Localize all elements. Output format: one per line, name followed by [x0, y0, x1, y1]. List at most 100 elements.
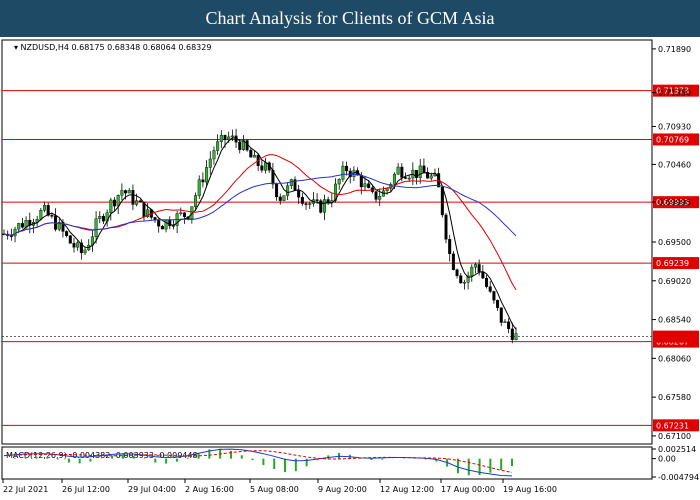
candle-body	[116, 195, 120, 207]
candle-body	[212, 150, 216, 160]
candle-body	[514, 333, 518, 340]
price-panel-frame	[1, 39, 653, 445]
x-tick-label: 17 Aug 00:00	[441, 485, 495, 494]
candle-body	[510, 328, 514, 340]
price-y-tick-label: 0.67580	[658, 393, 691, 402]
x-tick-label: 22 Jul 2021	[3, 485, 48, 494]
candle-body	[72, 243, 76, 248]
level-tag-label: 0.67231	[656, 421, 689, 430]
candle-body	[76, 242, 80, 248]
candle-body	[477, 264, 481, 273]
candle-body	[135, 200, 139, 205]
candle-body	[138, 200, 142, 203]
candle-body	[275, 183, 279, 198]
candle-body	[83, 249, 87, 254]
candle-body	[230, 135, 234, 138]
candle-body	[120, 190, 124, 196]
candle-body	[194, 195, 198, 207]
candle-body	[481, 271, 485, 279]
candle-body	[459, 275, 463, 284]
candle-body	[455, 269, 459, 276]
candle-body	[54, 215, 58, 230]
candle-body	[98, 216, 102, 219]
candle-body	[400, 166, 404, 178]
price-y-tick-label: 0.67100	[658, 432, 691, 441]
candle-body	[227, 136, 231, 141]
candle-body	[503, 321, 507, 323]
candle-body	[109, 199, 113, 213]
chart-canvas: GCMASIA宏汇GLOBAL CAPITAL MARKETS ▾ NZDUSD…	[1, 39, 699, 494]
candle-body	[396, 166, 400, 175]
candle-body	[448, 239, 452, 255]
candle-body	[113, 199, 117, 207]
candle-body	[507, 321, 511, 330]
candle-body	[308, 203, 312, 205]
x-tick-label: 26 Jul 12:00	[62, 485, 110, 494]
candle-body	[289, 179, 293, 186]
candle-body	[378, 196, 382, 200]
candle-body	[341, 165, 345, 180]
price-y-tick-label: 0.71890	[658, 45, 691, 54]
price-header-label: ▾ NZDUSD,H4 0.68175 0.68348 0.68064 0.68…	[14, 43, 211, 52]
candle-body	[499, 307, 503, 323]
candle-body	[363, 183, 367, 188]
price-y-tick-label: 0.70460	[658, 160, 691, 169]
price-y-tick-label: 0.68060	[658, 354, 691, 363]
candle-body	[496, 299, 500, 308]
candle-body	[403, 177, 407, 179]
level-tag-label: 0.69239	[656, 259, 689, 268]
candle-body	[68, 235, 72, 244]
candle-body	[179, 212, 183, 214]
candle-body	[182, 212, 186, 217]
candle-body	[326, 199, 330, 203]
candle-body	[473, 264, 477, 268]
candle-body	[286, 185, 290, 196]
x-tick-label: 19 Aug 16:00	[503, 485, 557, 494]
candle-body	[319, 200, 323, 213]
current-price-tag-bg	[653, 330, 699, 343]
macd-y-tick-label: 0.002514	[658, 445, 696, 454]
candle-body	[50, 215, 54, 217]
candle-body	[374, 191, 378, 200]
candle-body	[157, 219, 161, 227]
candle-body	[485, 277, 489, 287]
candle-body	[94, 218, 98, 237]
candle-body	[17, 223, 21, 230]
x-tick-label: 29 Jul 04:00	[128, 485, 176, 494]
candle-body	[124, 190, 128, 194]
candle-body	[131, 190, 135, 205]
candle-body	[492, 291, 496, 301]
price-y-tick-label: 0.69020	[658, 277, 691, 286]
macd-y-tick-label: -0.004794	[658, 473, 699, 482]
candle-body	[304, 203, 308, 205]
candle-body	[440, 186, 444, 216]
candle-body	[260, 165, 264, 171]
candle-body	[101, 216, 105, 222]
candle-body	[278, 196, 282, 201]
price-y-tick-label: 0.68540	[658, 316, 691, 325]
candle-body	[422, 165, 426, 173]
chart-banner-title: Chart Analysis for Clients of GCM Asia	[0, 0, 700, 37]
candle-body	[238, 141, 242, 150]
candle-body	[367, 183, 371, 188]
candle-body	[264, 162, 268, 171]
candle-body	[392, 173, 396, 185]
candle-body	[9, 235, 13, 237]
x-tick-label: 9 Aug 20:00	[318, 485, 367, 494]
candle-body	[65, 231, 69, 236]
candle-body	[20, 223, 24, 228]
candle-body	[127, 190, 131, 194]
candle-body	[216, 141, 220, 151]
price-y-tick-label: 0.69500	[658, 238, 691, 247]
candle-body	[160, 226, 164, 230]
candle-body	[488, 286, 492, 292]
candle-body	[205, 167, 209, 183]
price-y-tick-label: 0.70930	[658, 122, 691, 131]
candle-body	[322, 199, 326, 213]
candle-body	[13, 228, 17, 237]
candle-body	[429, 175, 433, 179]
candle-body	[337, 179, 341, 185]
candle-body	[252, 154, 256, 158]
candle-body	[345, 165, 349, 172]
x-tick-label: 2 Aug 16:00	[185, 485, 234, 494]
